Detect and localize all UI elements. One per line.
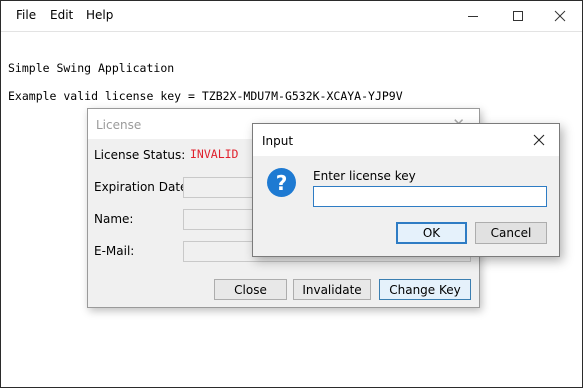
license-dialog-title: License: [96, 118, 142, 132]
ok-button[interactable]: OK: [396, 222, 467, 244]
menu-file[interactable]: File: [16, 8, 36, 22]
name-label: Name:: [94, 212, 134, 226]
close-icon: [533, 134, 545, 146]
input-title-bar: Input: [253, 124, 559, 156]
menu-edit[interactable]: Edit: [50, 8, 73, 22]
expiration-date-label: Expiration Date:: [94, 180, 192, 194]
license-status-value: INVALID: [190, 147, 239, 161]
license-key-input[interactable]: [313, 186, 547, 207]
maximize-button[interactable]: [495, 1, 540, 31]
question-icon: ?: [267, 168, 296, 197]
change-key-button[interactable]: Change Key: [379, 279, 471, 300]
menu-help[interactable]: Help: [86, 8, 113, 22]
close-button[interactable]: [537, 1, 582, 31]
app-name-text: Simple Swing Application: [8, 61, 175, 75]
license-key-prompt: Enter license key: [313, 169, 416, 183]
email-label: E-Mail:: [94, 244, 135, 258]
minimize-button[interactable]: [450, 1, 495, 31]
input-dialog-title: Input: [262, 134, 294, 148]
license-status-label: License Status:: [94, 148, 186, 162]
example-key-text: Example valid license key = TZB2X-MDU7M-…: [8, 89, 403, 103]
minimize-icon: [467, 16, 478, 17]
cancel-button[interactable]: Cancel: [475, 222, 547, 244]
input-dialog: Input ? Enter license key OK Cancel: [252, 123, 560, 257]
close-license-button[interactable]: Close: [214, 279, 287, 300]
invalidate-button[interactable]: Invalidate: [293, 279, 371, 300]
maximize-icon: [512, 11, 523, 21]
close-icon: [554, 10, 565, 22]
title-bar: File Edit Help: [1, 1, 582, 32]
input-close-button[interactable]: [529, 130, 549, 150]
